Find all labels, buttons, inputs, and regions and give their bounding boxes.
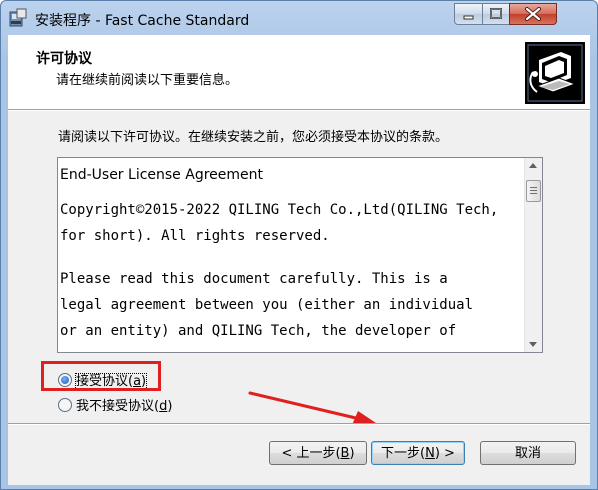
page-title: 许可协议	[36, 51, 92, 67]
dialog-body: 许可协议 请在继续前阅读以下重要信息。 请阅读以下许可协议。在继续安装之前，您必…	[8, 35, 590, 485]
close-button[interactable]	[509, 3, 557, 25]
highlight-box	[41, 361, 161, 391]
title-bar[interactable]: 安装程序 - Fast Cache Standard	[1, 1, 597, 35]
thumb-grip-line	[530, 190, 537, 191]
decline-radio[interactable]	[58, 397, 72, 412]
scroll-down-arrow-icon[interactable]	[529, 342, 537, 347]
next-hotkey: N	[425, 446, 435, 461]
window-title: 安装程序 - Fast Cache Standard	[35, 13, 250, 29]
license-line: for short). All rights reserved.	[60, 228, 330, 244]
minimize-icon	[463, 15, 474, 20]
license-line: or an entity) and QILING Tech, the devel…	[60, 323, 457, 339]
back-button-label: < 上一步(	[281, 446, 341, 461]
setup-computer-icon	[525, 42, 585, 104]
cancel-button-label: 取消	[514, 446, 541, 461]
next-button-label: 下一步(	[381, 446, 426, 461]
instruction-text: 请阅读以下许可协议。在继续安装之前，您必须接受本协议的条款。	[58, 130, 449, 145]
license-line: legal agreement between you (either an i…	[60, 297, 474, 313]
back-button[interactable]: < 上一步(B)	[269, 441, 367, 465]
header-divider	[8, 109, 590, 111]
maximize-icon	[490, 8, 502, 19]
maximize-button[interactable]	[482, 3, 510, 25]
installer-app-icon	[9, 8, 27, 27]
license-content: End-User License Agreement Copyright©201…	[60, 162, 522, 344]
decline-label-text: 我不接受协议(	[76, 399, 160, 414]
installer-window: 安装程序 - Fast Cache Standard 许可协议 请在继续前阅读以…	[0, 0, 598, 490]
next-button-close: ) >	[434, 446, 455, 461]
wizard-header: 许可协议 请在继续前阅读以下重要信息。	[8, 35, 590, 109]
decline-label[interactable]: 我不接受协议(d)	[76, 399, 172, 414]
thumb-grip-line	[530, 187, 537, 188]
license-line: Copyright©2015-2022 QILING Tech Co.,Ltd(…	[60, 202, 499, 218]
close-icon	[525, 7, 541, 21]
cancel-button[interactable]: 取消	[480, 441, 576, 465]
license-line: Please read this document carefully. Thi…	[60, 271, 448, 287]
back-button-close: )	[349, 446, 355, 461]
next-button[interactable]: 下一步(N) >	[371, 441, 465, 465]
vertical-scrollbar[interactable]	[524, 158, 542, 352]
license-line: End-User License Agreement	[60, 167, 263, 183]
license-text-box[interactable]: End-User License Agreement Copyright©201…	[57, 157, 543, 353]
decline-option[interactable]: 我不接受协议(d)	[58, 395, 172, 414]
thumb-grip-line	[530, 193, 537, 194]
scroll-up-arrow-icon[interactable]	[529, 163, 537, 168]
decline-label-close: )	[167, 399, 173, 414]
minimize-button[interactable]	[454, 3, 483, 25]
page-subtitle: 请在继续前阅读以下重要信息。	[56, 73, 239, 88]
footer-divider	[8, 423, 590, 425]
scroll-thumb[interactable]	[526, 180, 541, 202]
